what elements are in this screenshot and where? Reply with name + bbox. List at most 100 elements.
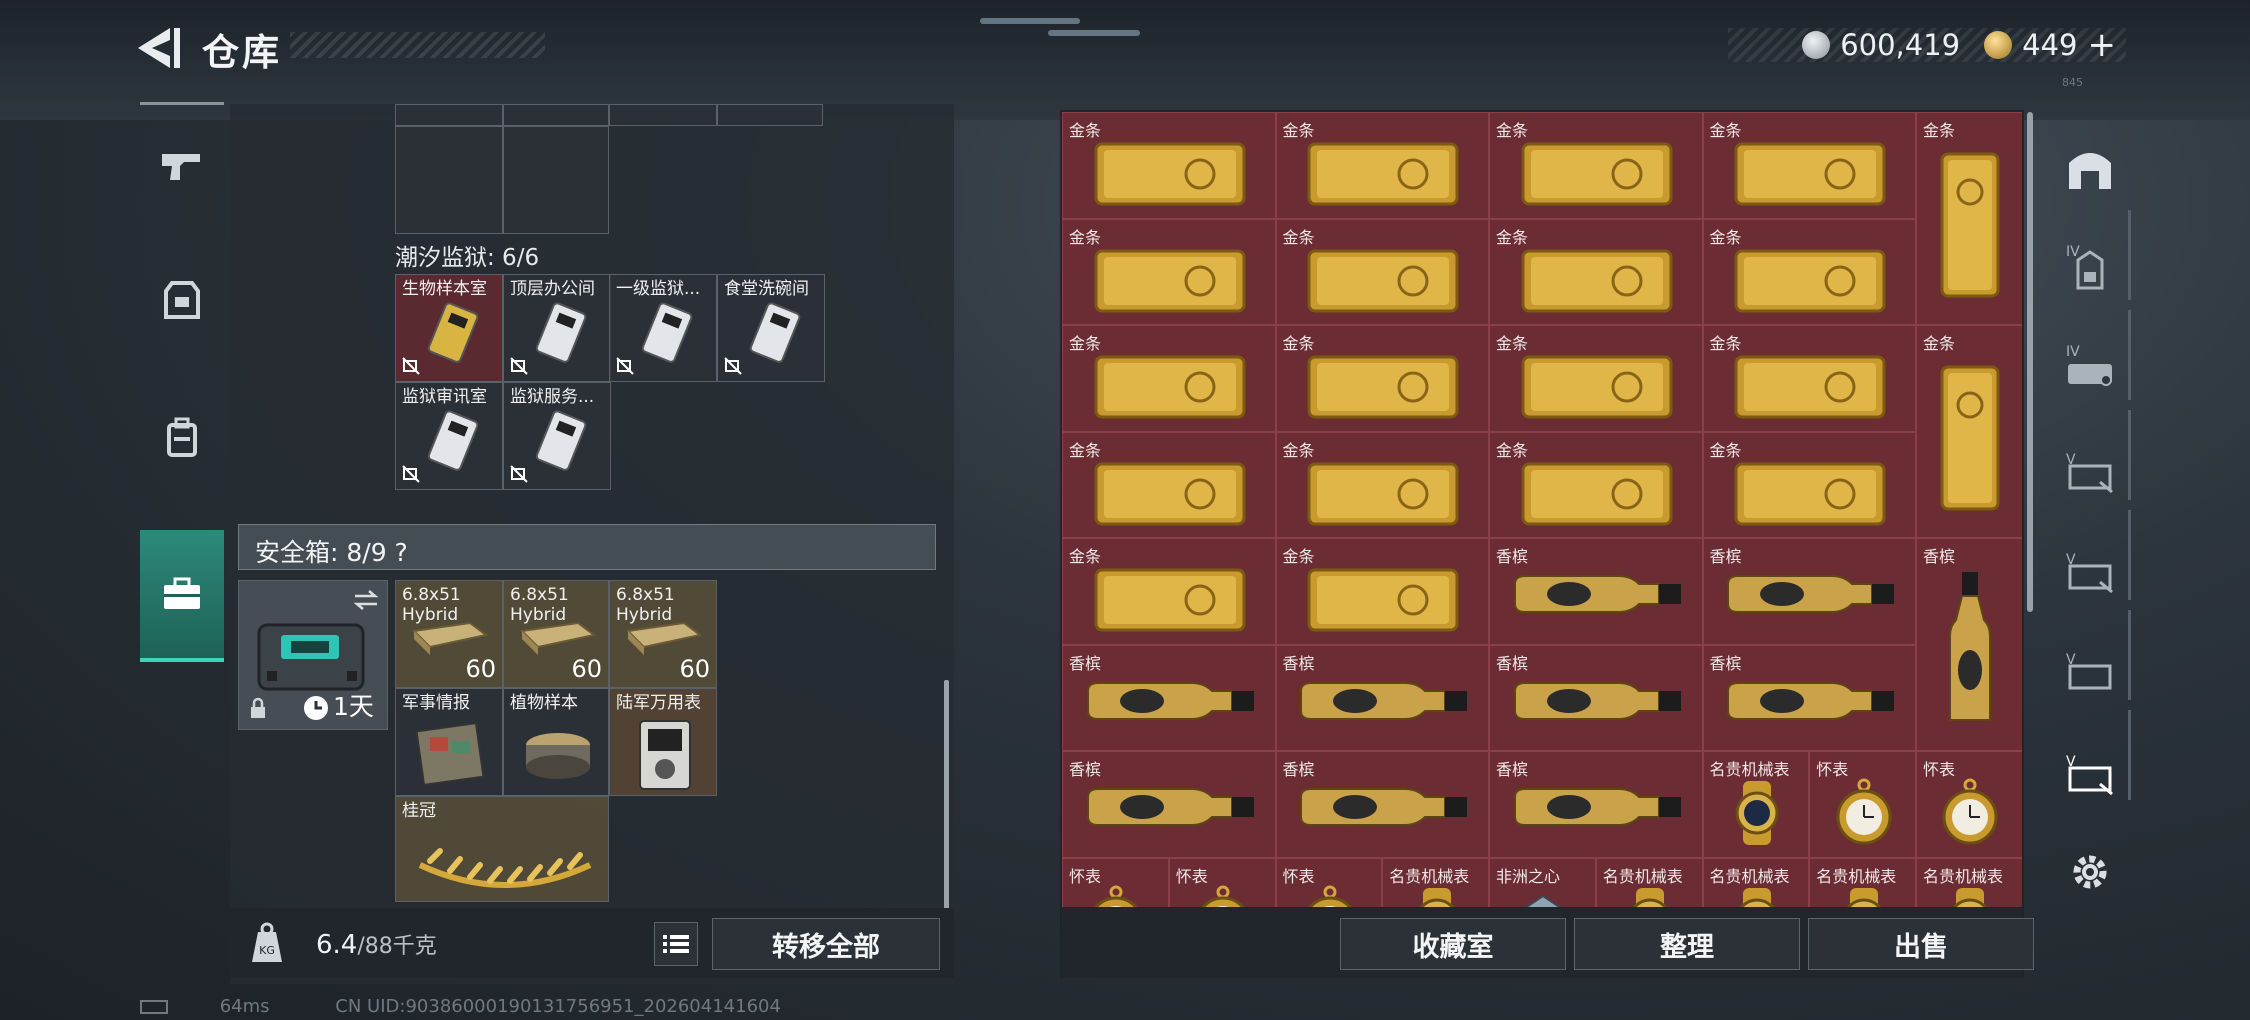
storage-item[interactable]: 金条 bbox=[1916, 112, 2022, 325]
storage-item[interactable]: 怀表 bbox=[1916, 751, 2022, 858]
settings-button[interactable] bbox=[2040, 822, 2140, 922]
inventory-slot[interactable] bbox=[503, 126, 609, 234]
storage-item[interactable]: 非洲之心 bbox=[1489, 857, 1596, 907]
backpack-nav-item[interactable] bbox=[140, 372, 224, 502]
rig-iv-tab[interactable]: IV bbox=[2040, 218, 2140, 318]
storage-v3-tab[interactable]: V bbox=[2040, 620, 2140, 720]
sell-button[interactable]: 出售 bbox=[1808, 918, 2034, 970]
collection-button[interactable]: 收藏室 bbox=[1340, 918, 1566, 970]
storage-item[interactable]: 金条 bbox=[1702, 218, 1916, 325]
storage-item-label: 名贵机械表 bbox=[1709, 760, 1790, 779]
storage-item[interactable]: 金条 bbox=[1489, 325, 1703, 432]
keycard-label: 食堂洗碗间 bbox=[724, 279, 809, 299]
storage-item[interactable]: 香槟 bbox=[1489, 751, 1703, 858]
storage-item[interactable]: 金条 bbox=[1702, 431, 1916, 538]
keycard-slot[interactable]: 生物样本室 bbox=[395, 274, 503, 382]
back-button[interactable] bbox=[136, 26, 184, 70]
storage-item[interactable]: 金条 bbox=[1062, 538, 1276, 645]
storage-item[interactable]: 金条 bbox=[1275, 538, 1489, 645]
storage-item-label: 金条 bbox=[1709, 440, 1742, 460]
keycard-slot[interactable]: 一级监狱... bbox=[609, 274, 717, 382]
storage-item[interactable]: 金条 bbox=[1275, 218, 1489, 325]
storage-item[interactable]: 金条 bbox=[1275, 325, 1489, 432]
tab-divider bbox=[2128, 410, 2131, 500]
add-currency-button[interactable]: + bbox=[2088, 25, 2117, 65]
storage-item[interactable]: 香槟 bbox=[1275, 751, 1489, 858]
swap-icon[interactable] bbox=[353, 589, 379, 611]
uid-text: CN UID:90386000190131756951_202604141604 bbox=[335, 996, 781, 1017]
keycard-slot[interactable]: 监狱审讯室 bbox=[395, 382, 503, 490]
storage-item[interactable]: 怀表 bbox=[1168, 857, 1276, 907]
storage-item[interactable]: 名贵机械表 bbox=[1916, 857, 2022, 907]
storage-item[interactable]: 金条 bbox=[1489, 218, 1703, 325]
safebox-slot[interactable]: 桂冠 bbox=[395, 796, 609, 902]
storage-item[interactable]: 金条 bbox=[1702, 112, 1916, 219]
storage-item[interactable]: 金条 bbox=[1062, 112, 1276, 219]
storage-item[interactable]: 金条 bbox=[1275, 112, 1489, 219]
briefcase-nav-item[interactable] bbox=[140, 530, 224, 662]
tab-divider bbox=[2128, 610, 2131, 700]
no-drop-icon bbox=[616, 357, 634, 375]
storage-item[interactable]: 金条 bbox=[1702, 325, 1916, 432]
storage-item[interactable]: 怀表 bbox=[1275, 857, 1383, 907]
storage-item[interactable]: 名贵机械表 bbox=[1702, 751, 1810, 858]
weapon-nav-item[interactable] bbox=[140, 102, 224, 232]
storage-item[interactable]: 香槟 bbox=[1062, 644, 1276, 751]
storage-item[interactable]: 香槟 bbox=[1702, 538, 1916, 645]
storage-item[interactable]: 金条 bbox=[1489, 112, 1703, 219]
storage-v4-tab[interactable]: V bbox=[2040, 722, 2140, 822]
storage-item[interactable]: 香槟 bbox=[1275, 644, 1489, 751]
safebox-slot[interactable]: 植物样本 bbox=[503, 688, 609, 796]
inventory-scrollbar[interactable] bbox=[944, 680, 949, 910]
inventory-slot[interactable] bbox=[503, 104, 609, 126]
storage-item[interactable]: 香槟 bbox=[1489, 644, 1703, 751]
storage-item[interactable]: 金条 bbox=[1062, 431, 1276, 538]
safebox-slot[interactable]: 6.8x51 Hybrid 60 bbox=[395, 580, 503, 688]
luxury-watch-icon bbox=[1953, 887, 1988, 907]
sort-button[interactable]: 整理 bbox=[1574, 918, 1800, 970]
storage-item[interactable]: 怀表 bbox=[1062, 857, 1169, 907]
storage-item[interactable]: 香槟 bbox=[1916, 538, 2022, 751]
storage-item[interactable]: 名贵机械表 bbox=[1809, 857, 1916, 907]
safebox-slot[interactable]: 军事情报 bbox=[395, 688, 503, 796]
safebox-container[interactable]: 1天 bbox=[238, 580, 388, 730]
keycard-slot[interactable]: 监狱服务... bbox=[503, 382, 611, 490]
keycard-slot[interactable]: 食堂洗碗间 bbox=[717, 274, 825, 382]
list-view-button[interactable] bbox=[654, 922, 698, 966]
inventory-slot[interactable] bbox=[395, 104, 503, 126]
storage-item[interactable]: 金条 bbox=[1062, 325, 1276, 432]
storage-item[interactable]: 金条 bbox=[1275, 431, 1489, 538]
safebox-header: 安全箱: 8/9 ? bbox=[238, 524, 936, 570]
safebox-slot[interactable]: 6.8x51 Hybrid 60 bbox=[503, 580, 609, 688]
transfer-all-button[interactable]: 转移全部 bbox=[712, 918, 940, 970]
ceiling-light bbox=[980, 18, 1080, 24]
safebox-slot[interactable]: 陆军万用表 bbox=[609, 688, 717, 796]
champagne-bottle-icon bbox=[1513, 575, 1681, 614]
vehicle-iv-tab[interactable]: IV bbox=[2040, 318, 2140, 418]
storage-item[interactable]: 香槟 bbox=[1702, 644, 1916, 751]
storage-item-label: 名贵机械表 bbox=[1389, 866, 1470, 886]
storage-item[interactable]: 金条 bbox=[1062, 218, 1276, 325]
keycard-label: 监狱服务... bbox=[510, 387, 595, 407]
storage-v2-tab[interactable]: V bbox=[2040, 520, 2140, 620]
inventory-slot[interactable] bbox=[609, 104, 717, 126]
inventory-slot[interactable] bbox=[717, 104, 823, 126]
storage-item[interactable]: 名贵机械表 bbox=[1702, 857, 1810, 907]
storage-item[interactable]: 金条 bbox=[1916, 325, 2022, 538]
storage-item[interactable]: 名贵机械表 bbox=[1595, 857, 1703, 907]
storage-item[interactable]: 金条 bbox=[1489, 431, 1703, 538]
storage-item[interactable]: 香槟 bbox=[1062, 751, 1276, 858]
armor-nav-item[interactable] bbox=[140, 236, 224, 366]
home-tab[interactable] bbox=[2040, 118, 2140, 218]
storage-item-label: 金条 bbox=[1923, 121, 1956, 140]
storage-item[interactable]: 名贵机械表 bbox=[1382, 857, 1489, 907]
safebox-item-label: 6.8x51 Hybrid bbox=[616, 585, 675, 625]
storage-v1-tab[interactable]: V bbox=[2040, 420, 2140, 520]
keycard-slot[interactable]: 顶层办公间 bbox=[503, 274, 611, 382]
inventory-slot[interactable] bbox=[395, 126, 503, 234]
safebox-slot[interactable]: 6.8x51 Hybrid 60 bbox=[609, 580, 717, 688]
storage-item[interactable]: 怀表 bbox=[1809, 751, 1916, 858]
silver-currency-value: 600,419 bbox=[1840, 28, 1961, 62]
storage-scrollbar[interactable] bbox=[2027, 112, 2033, 612]
storage-item[interactable]: 香槟 bbox=[1489, 538, 1703, 645]
